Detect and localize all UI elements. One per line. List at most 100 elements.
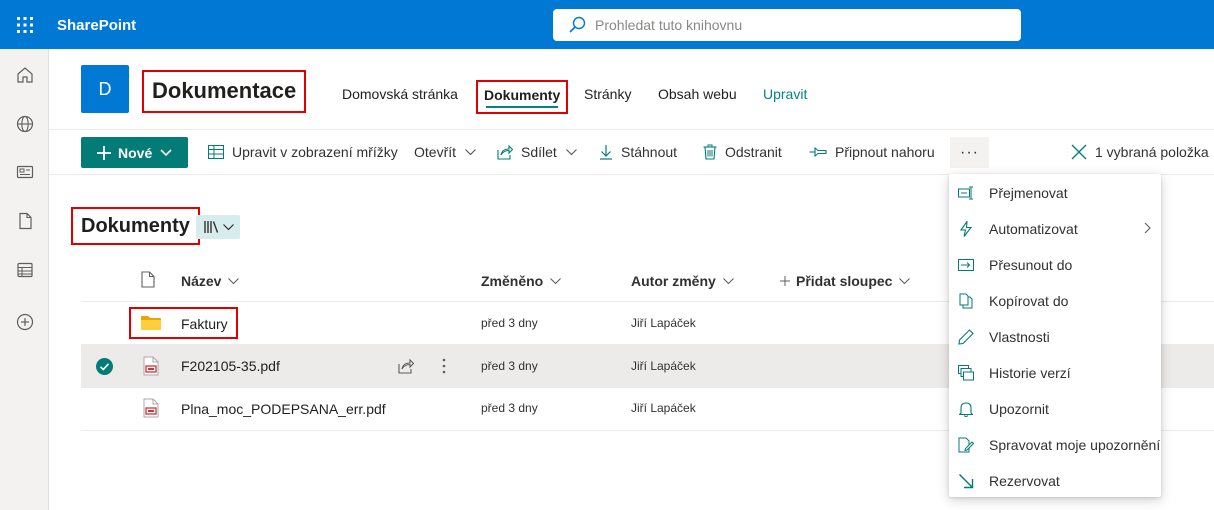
copy-icon	[957, 292, 975, 310]
app-name[interactable]: SharePoint	[57, 17, 136, 34]
name-column-header[interactable]: Název	[181, 273, 240, 289]
delete-button[interactable]: Odstranit	[703, 144, 782, 160]
chevron-down-icon	[160, 148, 172, 156]
home-icon[interactable]	[14, 64, 36, 86]
chevron-right-icon	[1144, 222, 1151, 234]
automate-icon	[957, 220, 975, 238]
menu-item-label: Historie verzí	[989, 365, 1071, 381]
share-button[interactable]: Sdílet	[497, 144, 577, 160]
download-button[interactable]: Stáhnout	[599, 144, 677, 160]
more-actions-button[interactable]: ···	[950, 137, 989, 168]
nav-edit[interactable]: Upravit	[763, 86, 807, 102]
share-icon[interactable]	[398, 358, 414, 374]
move-icon	[957, 256, 975, 274]
context-menu: Přejmenovat Automatizovat Přesunout do K…	[949, 174, 1161, 497]
pdf-icon	[143, 398, 159, 418]
nav-documents-label: Dokumenty	[484, 87, 561, 103]
modified-column-label: Změněno	[481, 273, 544, 289]
selection-count-label: 1 vybraná položka	[1095, 144, 1209, 160]
menu-item-alert[interactable]: Upozornit	[949, 391, 1161, 427]
menu-item-automate[interactable]: Automatizovat	[949, 211, 1161, 247]
site-logo[interactable]: D	[81, 65, 129, 113]
search-input[interactable]	[595, 17, 995, 33]
more-vertical-icon[interactable]	[442, 358, 446, 374]
open-button[interactable]: Otevřít	[414, 144, 476, 160]
file-type-header[interactable]	[141, 271, 155, 288]
menu-item-version-history[interactable]: Historie verzí	[949, 355, 1161, 391]
app-launcher-button[interactable]	[0, 0, 49, 49]
menu-item-copy[interactable]: Kopírovat do	[949, 283, 1161, 319]
file-name-link[interactable]: F202105-35.pdf	[181, 358, 280, 374]
chevron-down-icon	[550, 277, 562, 284]
chevron-down-icon	[565, 148, 577, 155]
menu-item-label: Vlastnosti	[989, 329, 1050, 345]
open-label: Otevřít	[414, 144, 457, 160]
delete-label: Odstranit	[725, 144, 782, 160]
author-cell[interactable]: Jiří Lapáček	[631, 359, 696, 373]
chevron-down-icon	[899, 277, 911, 284]
site-title[interactable]: Dokumentace	[142, 70, 307, 113]
share-icon	[497, 144, 513, 160]
properties-icon	[957, 328, 975, 346]
menu-item-label: Upozornit	[989, 401, 1049, 417]
download-label: Stáhnout	[621, 144, 678, 160]
menu-item-rename[interactable]: Přejmenovat	[949, 175, 1161, 211]
edit-grid-label: Upravit v zobrazení mřížky	[232, 144, 398, 160]
pdf-icon	[143, 356, 159, 376]
menu-item-manage-alerts[interactable]: Spravovat moje upozornění	[949, 427, 1161, 463]
menu-item-properties[interactable]: Vlastnosti	[949, 319, 1161, 355]
library-title: Dokumenty	[71, 207, 200, 245]
nav-site-contents[interactable]: Obsah webu	[658, 86, 737, 102]
new-button[interactable]: Nové	[81, 137, 188, 168]
author-cell[interactable]: Jiří Lapáček	[631, 316, 696, 330]
pin-button[interactable]: Připnout nahoru	[809, 144, 935, 160]
author-column-header[interactable]: Autor změny	[631, 273, 734, 289]
modified-cell: před 3 dny	[481, 359, 538, 373]
pin-label: Připnout nahoru	[835, 144, 935, 160]
pin-icon	[809, 146, 827, 158]
menu-item-label: Spravovat moje upozornění	[989, 437, 1161, 453]
create-icon[interactable]	[14, 311, 36, 333]
file-name-link[interactable]: Plna_moc_PODEPSANA_err.pdf	[181, 401, 386, 417]
close-icon[interactable]	[1071, 144, 1087, 160]
manage-alerts-icon	[957, 436, 975, 454]
alert-icon	[957, 400, 975, 418]
author-column-label: Autor změny	[631, 273, 716, 289]
search-icon	[569, 16, 586, 33]
author-cell[interactable]: Jiří Lapáček	[631, 401, 696, 415]
globe-icon[interactable]	[14, 113, 36, 135]
news-icon[interactable]	[14, 161, 36, 183]
selection-count[interactable]: 1 vybraná položka	[1071, 144, 1209, 160]
file-name-link[interactable]: Faktury	[181, 316, 228, 332]
modified-cell: před 3 dny	[481, 316, 538, 330]
plus-icon	[780, 276, 790, 286]
waffle-icon	[16, 16, 33, 33]
suite-header: SharePoint	[0, 0, 1214, 49]
grid-icon	[208, 145, 224, 159]
chevron-down-icon	[228, 277, 240, 284]
menu-item-move[interactable]: Přesunout do	[949, 247, 1161, 283]
menu-item-checkout[interactable]: Rezervovat	[949, 463, 1161, 499]
menu-item-label: Automatizovat	[989, 221, 1078, 237]
checkmark-circle-icon[interactable]	[96, 358, 113, 375]
search-box[interactable]	[553, 9, 1021, 41]
share-label: Sdílet	[521, 144, 557, 160]
chevron-down-icon	[465, 148, 476, 155]
add-column-label: Přidat sloupec	[796, 273, 893, 289]
new-button-label: Nové	[118, 144, 153, 161]
add-column-header[interactable]: Přidat sloupec	[780, 273, 911, 289]
nav-home[interactable]: Domovská stránka	[342, 86, 458, 102]
name-column-label: Název	[181, 273, 222, 289]
view-switcher-button[interactable]	[196, 215, 240, 239]
edit-grid-button[interactable]: Upravit v zobrazení mřížky	[208, 144, 398, 160]
document-icon	[141, 271, 155, 288]
file-icon[interactable]	[14, 210, 36, 232]
nav-documents[interactable]: Dokumenty	[476, 80, 569, 114]
download-icon	[600, 145, 612, 160]
nav-pages[interactable]: Stránky	[584, 86, 631, 102]
lists-icon[interactable]	[14, 259, 36, 281]
modified-column-header[interactable]: Změněno	[481, 273, 562, 289]
app-bar	[0, 49, 49, 510]
checkout-icon	[957, 472, 975, 490]
trash-icon	[703, 144, 717, 160]
